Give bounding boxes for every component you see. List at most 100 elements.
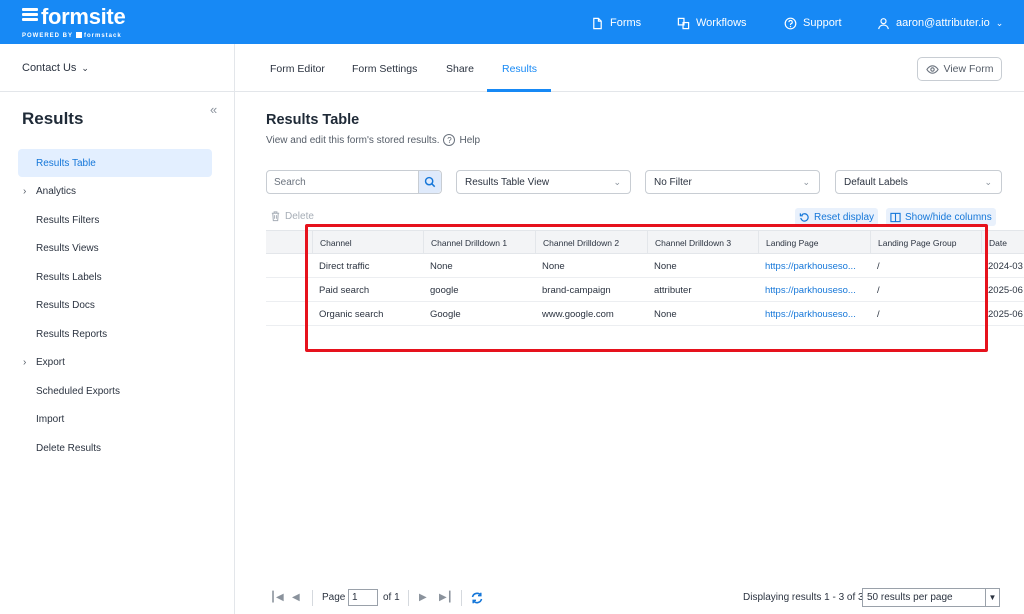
column-header[interactable]: Date xyxy=(981,231,1024,254)
eye-icon xyxy=(925,64,939,74)
table-cell: / xyxy=(877,260,880,272)
sidebar-item-results-views[interactable]: Results Views xyxy=(18,234,212,262)
user-icon xyxy=(878,17,889,29)
landing-page-link[interactable]: https://parkhouseso... xyxy=(758,254,870,278)
sidebar-item-label: Import xyxy=(36,413,65,425)
delete-label: Delete xyxy=(285,210,314,222)
sidebar-item-label: Results Views xyxy=(36,242,99,254)
sidebar-item-delete-results[interactable]: Delete Results xyxy=(18,434,212,462)
column-header[interactable]: Landing Page Group xyxy=(870,231,981,254)
table-cell: None xyxy=(654,260,677,272)
previous-page-icon[interactable]: ◀ xyxy=(292,592,300,603)
collapse-sidebar-icon[interactable]: « xyxy=(210,102,217,117)
chevron-right-icon: › xyxy=(23,185,27,197)
results-table: Channel Channel Drilldown 1 Channel Dril… xyxy=(266,230,1024,330)
table-cell: attributer xyxy=(654,284,692,296)
sidebar-item-results-labels[interactable]: Results Labels xyxy=(18,263,212,291)
sidebar-item-analytics[interactable]: › Analytics xyxy=(18,177,212,205)
secondary-toolbar: Contact Us ⌄ Form Editor Form Settings S… xyxy=(0,44,1024,92)
table-row[interactable]: Organic search Google www.google.com Non… xyxy=(266,302,1024,326)
show-hide-columns-label: Show/hide columns xyxy=(905,211,992,223)
landing-page-link[interactable]: https://parkhouseso... xyxy=(758,302,870,326)
filter-select-value: No Filter xyxy=(654,176,692,188)
tab-share[interactable]: Share xyxy=(446,63,474,75)
filter-select[interactable]: No Filter ⌄ xyxy=(645,170,820,194)
labels-select[interactable]: Default Labels ⌄ xyxy=(835,170,1002,194)
divider xyxy=(461,590,462,606)
table-cell: None xyxy=(654,308,677,320)
user-menu[interactable]: aaron@attributer.io ⌄ xyxy=(877,14,1003,32)
column-header[interactable]: Channel Drilldown 2 xyxy=(535,231,647,254)
sidebar-item-label: Export xyxy=(36,356,65,368)
sidebar-item-results-docs[interactable]: Results Docs xyxy=(18,291,212,319)
last-page-icon[interactable]: ▶┃ xyxy=(439,592,453,603)
active-tab-indicator xyxy=(487,89,551,92)
form-selector[interactable]: Contact Us ⌄ xyxy=(22,62,89,74)
workflow-icon xyxy=(677,17,690,29)
table-header: Channel Channel Drilldown 1 Channel Dril… xyxy=(266,230,1024,254)
chevron-down-icon: ⌄ xyxy=(613,177,621,187)
page-description: View and edit this form's stored results… xyxy=(266,134,480,146)
pagination-bar: ┃◀ ◀ Page of 1 ▶ ▶┃ Displaying results 1… xyxy=(266,586,1006,610)
table-cell: Organic search xyxy=(319,308,384,320)
logo-tagline-text: POWERED BY xyxy=(22,33,74,39)
view-select[interactable]: Results Table View ⌄ xyxy=(456,170,631,194)
search-input[interactable] xyxy=(267,171,419,193)
column-header[interactable]: Channel Drilldown 1 xyxy=(423,231,535,254)
logo-tagline: POWERED BY formstack xyxy=(22,32,122,39)
delete-button[interactable]: Delete xyxy=(270,210,314,222)
nav-workflows[interactable]: Workflows xyxy=(677,14,747,32)
column-header[interactable]: Channel xyxy=(312,231,423,254)
sidebar-item-label: Results Labels xyxy=(36,271,102,283)
select-column-header[interactable] xyxy=(266,231,312,254)
sidebar-item-label: Delete Results xyxy=(36,442,102,454)
table-cell: Google xyxy=(430,308,461,320)
tab-form-settings[interactable]: Form Settings xyxy=(352,63,417,75)
page-count: of 1 xyxy=(383,592,400,603)
reset-display-button[interactable]: Reset display xyxy=(795,208,879,226)
sidebar-item-results-table[interactable]: Results Table xyxy=(18,149,212,177)
sidebar-item-import[interactable]: Import xyxy=(18,405,212,433)
sidebar-item-export[interactable]: › Export xyxy=(18,348,212,376)
reset-icon xyxy=(799,212,809,222)
table-cell: www.google.com xyxy=(542,308,614,320)
nav-workflows-label: Workflows xyxy=(696,17,747,29)
columns-icon xyxy=(890,212,901,222)
tab-form-editor[interactable]: Form Editor xyxy=(270,63,325,75)
view-select-value: Results Table View xyxy=(465,176,550,188)
sidebar-item-results-filters[interactable]: Results Filters xyxy=(18,206,212,234)
sidebar-item-scheduled-exports[interactable]: Scheduled Exports xyxy=(18,377,212,405)
help-link[interactable]: Help xyxy=(459,135,480,146)
column-header[interactable]: Landing Page xyxy=(758,231,870,254)
results-per-page-select[interactable]: 50 results per page ▼ xyxy=(862,588,1000,607)
tab-results[interactable]: Results xyxy=(502,63,537,75)
nav-support-label: Support xyxy=(803,17,842,29)
logo-wordmark: formsite xyxy=(41,4,126,29)
sidebar-item-label: Results Filters xyxy=(36,214,100,226)
sidebar-item-results-reports[interactable]: Results Reports xyxy=(18,320,212,348)
column-header[interactable]: Channel Drilldown 3 xyxy=(647,231,758,254)
nav-forms[interactable]: Forms xyxy=(591,14,641,32)
table-cell: None xyxy=(542,260,565,272)
search-button[interactable] xyxy=(418,171,441,193)
logo-partner-text: formstack xyxy=(84,33,122,39)
table-row[interactable]: Paid search google brand-campaign attrib… xyxy=(266,278,1024,302)
view-form-label: View Form xyxy=(943,63,994,75)
formsite-logo[interactable]: formsite POWERED BY formstack xyxy=(22,4,132,41)
sidebar-item-label: Results Table xyxy=(36,157,96,169)
labels-select-value: Default Labels xyxy=(844,176,908,188)
view-form-button[interactable]: View Form xyxy=(917,57,1002,81)
first-page-icon[interactable]: ┃◀ xyxy=(270,592,284,603)
trash-icon xyxy=(271,211,280,222)
next-page-icon[interactable]: ▶ xyxy=(419,592,427,603)
show-hide-columns-button[interactable]: Show/hide columns xyxy=(886,208,996,226)
form-name: Contact Us xyxy=(22,62,77,74)
table-row[interactable]: Direct traffic None None None https://pa… xyxy=(266,254,1024,278)
refresh-icon[interactable] xyxy=(470,591,484,605)
page-number-input[interactable] xyxy=(348,589,378,606)
help-icon[interactable]: ? xyxy=(443,134,456,146)
nav-support[interactable]: Support xyxy=(784,14,842,32)
sidebar-item-label: Scheduled Exports xyxy=(36,385,120,397)
table-cell: / xyxy=(877,308,880,320)
landing-page-link[interactable]: https://parkhouseso... xyxy=(758,278,870,302)
